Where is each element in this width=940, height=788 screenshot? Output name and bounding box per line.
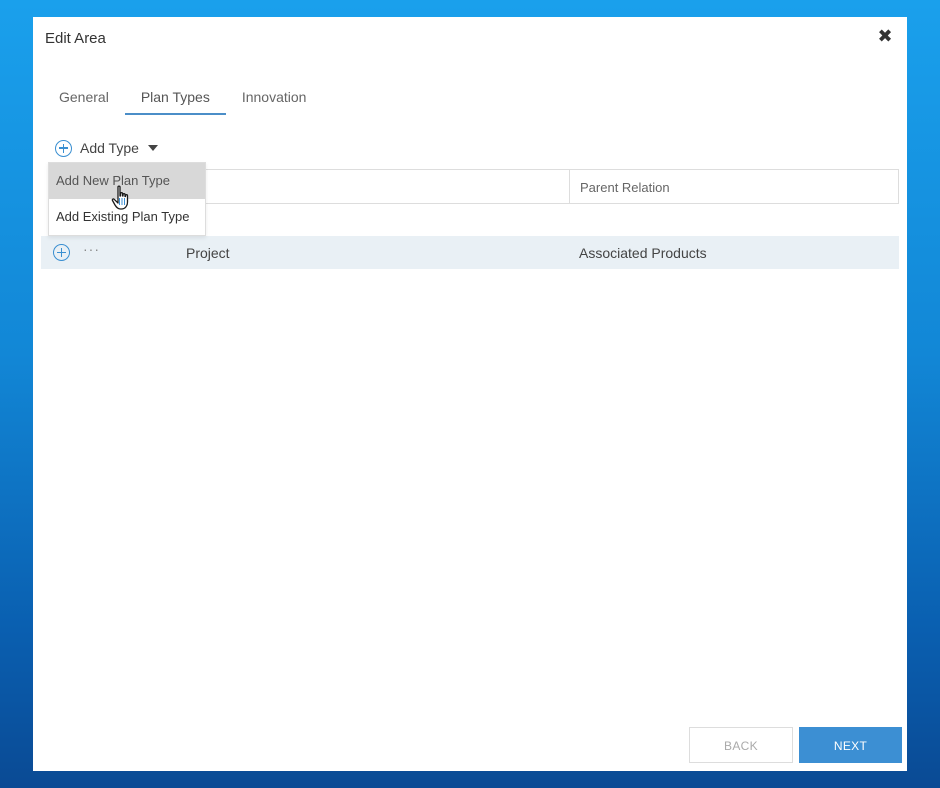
close-icon[interactable]: ✖ (877, 27, 893, 45)
row-parent-relation: Associated Products (579, 245, 707, 261)
tab-bar: General Plan Types Innovation (43, 87, 322, 117)
tab-plan-types[interactable]: Plan Types (124, 87, 226, 115)
hand-cursor-icon (111, 185, 129, 210)
row-name-project: Project (186, 245, 230, 261)
more-options-icon[interactable]: ··· (83, 241, 100, 257)
tab-innovation[interactable]: Innovation (226, 87, 323, 115)
tab-general[interactable]: General (43, 87, 125, 115)
add-child-icon[interactable] (53, 244, 70, 261)
next-button[interactable]: NEXT (799, 727, 902, 763)
back-button[interactable]: BACK (689, 727, 793, 763)
caret-down-icon (147, 145, 158, 151)
add-type-label: Add Type (80, 140, 139, 156)
column-header-parent-relation[interactable]: Parent Relation (569, 170, 670, 203)
edit-area-dialog: Edit Area ✖ General Plan Types Innovatio… (33, 17, 907, 771)
add-circle-icon (55, 139, 72, 157)
dialog-title: Edit Area (45, 30, 106, 47)
add-type-button[interactable]: Add Type (55, 138, 158, 158)
table-row[interactable]: ··· Project Associated Products (41, 236, 899, 269)
